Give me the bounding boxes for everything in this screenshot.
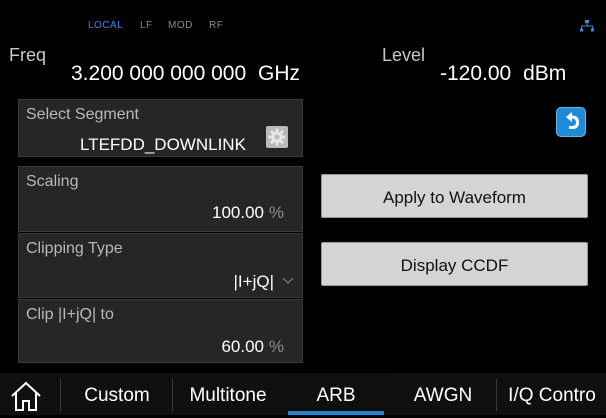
- home-button[interactable]: [8, 379, 44, 413]
- clip-to-field[interactable]: Clip |I+jQ| to 60.00 %: [18, 299, 303, 363]
- bottom-tab-bar: Custom Multitone ARB AWGN I/Q Contro: [0, 373, 606, 415]
- tab-iq-control-label: I/Q Contro: [508, 385, 596, 406]
- rf-indicator: RF: [209, 20, 224, 31]
- tab-arb-label: ARB: [316, 385, 356, 406]
- tab-custom[interactable]: Custom: [66, 373, 168, 415]
- lf-indicator: LF: [140, 20, 153, 31]
- network-icon: [580, 20, 594, 32]
- clip-to-unit: %: [268, 337, 284, 356]
- app-window: LOCAL LF MOD RF Freq 3.200 000 000 000 G…: [0, 0, 606, 415]
- select-segment-field[interactable]: Select Segment LTEFDD_DOWNLINK: [18, 99, 303, 157]
- back-arrow-icon: [566, 112, 579, 129]
- tab-divider: [60, 379, 61, 411]
- clip-to-label: Clip |I+jQ| to: [26, 306, 114, 323]
- status-header: LOCAL LF MOD RF Freq 3.200 000 000 000 G…: [0, 0, 606, 93]
- apply-to-waveform-button[interactable]: Apply to Waveform: [321, 174, 588, 218]
- tab-custom-label: Custom: [84, 385, 150, 406]
- tab-awgn[interactable]: AWGN: [390, 373, 496, 415]
- level-value: -120.00: [440, 62, 512, 85]
- mod-indicator: MOD: [168, 20, 193, 31]
- scaling-unit: %: [268, 203, 284, 222]
- tab-multitone-label: Multitone: [189, 385, 267, 406]
- select-segment-label: Select Segment: [26, 106, 139, 123]
- tab-awgn-label: AWGN: [413, 385, 473, 406]
- freq-unit: GHz: [258, 62, 301, 85]
- clipping-type-value: |I+jQ|: [233, 272, 274, 291]
- home-icon: [11, 381, 41, 411]
- display-ccdf-button[interactable]: Display CCDF: [321, 242, 588, 286]
- clipping-type-field[interactable]: Clipping Type |I+jQ|: [18, 233, 303, 298]
- clip-to-value: 60.00: [221, 337, 264, 356]
- level-label: Level: [382, 45, 426, 65]
- chevron-down-icon: [282, 270, 294, 290]
- tab-multitone[interactable]: Multitone: [174, 373, 282, 415]
- tab-divider: [172, 379, 173, 411]
- tab-divider: [496, 379, 497, 411]
- freq-readout[interactable]: 3.200 000 000 000 GHz: [71, 62, 300, 86]
- local-indicator: LOCAL: [88, 20, 124, 31]
- level-readout[interactable]: -120.00 dBm: [440, 62, 566, 86]
- freq-value: 3.200 000 000 000: [71, 62, 247, 85]
- back-button[interactable]: [556, 107, 586, 137]
- scaling-label: Scaling: [26, 173, 79, 190]
- arb-settings-panel: Select Segment LTEFDD_DOWNLINK Scaling 1…: [0, 93, 606, 371]
- scaling-field[interactable]: Scaling 100.00 %: [18, 166, 303, 232]
- level-unit: dBm: [523, 62, 567, 85]
- scaling-value: 100.00: [212, 203, 264, 222]
- clipping-type-label: Clipping Type: [26, 240, 123, 257]
- tab-iq-control[interactable]: I/Q Contro: [498, 373, 606, 415]
- segment-value: LTEFDD_DOWNLINK: [80, 135, 246, 154]
- freq-label: Freq: [9, 45, 47, 65]
- gear-icon[interactable]: [266, 126, 288, 148]
- tab-arb[interactable]: ARB: [282, 373, 390, 415]
